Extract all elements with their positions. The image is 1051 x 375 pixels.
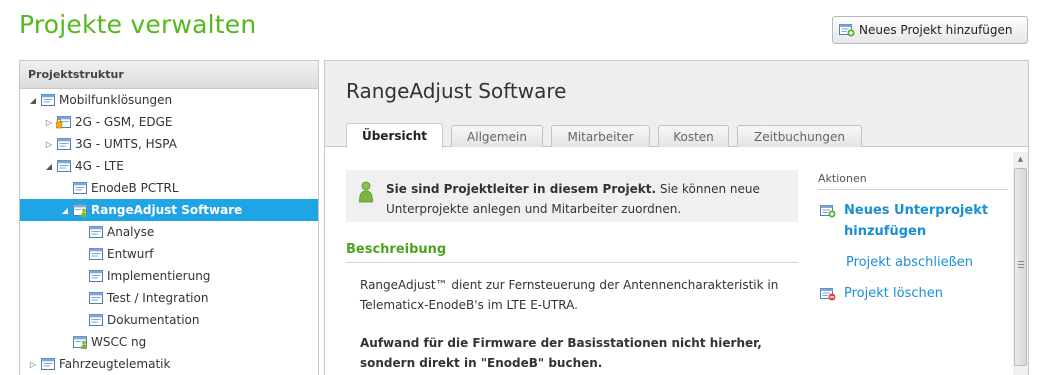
tree-item-label: 3G - UMTS, HSPA [75,137,177,151]
expand-arrow-icon[interactable]: ▷ [44,118,54,127]
tree-item[interactable]: Entwurf [20,243,318,265]
project-tree: ◢ Mobilfunklösungen ▷ 2G - GSM, EDGE ▷ 3G - U… [20,89,318,375]
overview-content: Sie sind Projektleiter in diesem Projekt… [325,148,1015,375]
tree-item-label: WSCC ng [91,335,147,349]
page-title: Projekte verwalten [19,10,257,39]
tree-item-label: 2G - GSM, EDGE [75,115,173,129]
actions-panel: Aktionen Neues Unterprojekt hinzufügen P… [818,172,1008,304]
tree-item[interactable]: Dokumentation [20,309,318,331]
tree-item[interactable]: Analyse [20,221,318,243]
notice-bold: Sie sind Projektleiter in diesem Projekt… [386,182,657,196]
tree-item[interactable]: ◢ Mobilfunklösungen [20,89,318,111]
person-icon [358,181,374,206]
description-note: Aufwand für die Firmware der Basisstatio… [360,336,762,370]
delete-project-link[interactable]: Projekt löschen [818,283,1008,304]
project-icon [88,247,104,261]
project-icon [88,269,104,283]
collapse-arrow-icon[interactable]: ◢ [60,206,70,215]
expand-arrow-icon[interactable]: ▷ [44,140,54,149]
project-structure-header: Projektstruktur [20,61,318,89]
scroll-grip-line [1018,267,1024,268]
tree-item-label: Analyse [107,225,155,239]
project-icon [40,357,56,371]
project-icon [56,137,72,151]
content-scrollbar[interactable]: ▲ [1013,152,1028,375]
tree-item[interactable]: Test / Integration [20,287,318,309]
project-icon [88,225,104,239]
tree-item[interactable]: ◢ 4G - LTE [20,155,318,177]
tree-item-label: Entwurf [107,247,154,261]
add-project-icon [839,23,855,37]
tree-item-label: Dokumentation [107,313,200,327]
tree-item[interactable]: ◢ RangeAdjust Software [20,199,318,221]
project-icon [88,291,104,305]
project-icon [88,313,104,327]
leader-project-icon [72,335,88,349]
tree-item-label: EnodeB PCTRL [91,181,179,195]
tree-item-label: Fahrzeugtelematik [59,357,171,371]
project-tabs: Übersicht Allgemein Mitarbeiter Kosten Z… [346,123,870,148]
project-icon [72,181,88,195]
tree-item-label: RangeAdjust Software [91,203,243,217]
add-subproject-label: Neues Unterprojekt hinzufügen [844,203,989,239]
add-subproject-icon [820,204,836,218]
scroll-up-arrow-icon[interactable]: ▲ [1013,152,1028,166]
tree-item-label: Implementierung [107,269,211,283]
project-detail-panel: RangeAdjust Software Übersicht Allgemein… [324,60,1029,375]
scroll-grip-line [1018,264,1024,265]
add-subproject-link[interactable]: Neues Unterprojekt hinzufügen [818,200,1008,242]
close-project-label: Projekt abschließen [846,255,974,270]
collapse-arrow-icon[interactable]: ◢ [28,96,38,105]
tree-item-label: 4G - LTE [75,159,124,173]
add-project-label: Neues Projekt hinzufügen [859,23,1013,37]
close-project-link[interactable]: Projekt abschließen [818,252,1008,273]
tab-mitarbeiter[interactable]: Mitarbeiter [551,125,650,147]
scroll-thumb[interactable] [1014,168,1027,366]
tree-item[interactable]: Implementierung [20,265,318,287]
project-header: RangeAdjust Software Übersicht Allgemein… [325,61,1028,148]
expand-arrow-icon[interactable]: ▷ [28,360,38,369]
tree-item[interactable]: ▷ Fahrzeugtelematik [20,353,318,375]
delete-project-label: Projekt löschen [844,286,943,301]
project-structure-panel: Projektstruktur ◢ Mobilfunklösungen ▷ 2G - … [19,60,319,375]
tree-item-label: Mobilfunklösungen [59,93,173,107]
tree-item[interactable]: ▷ 2G - GSM, EDGE [20,111,318,133]
scroll-grip-line [1018,261,1024,262]
tree-item-label: Test / Integration [107,291,209,305]
project-title: RangeAdjust Software [346,79,567,103]
tab-kosten[interactable]: Kosten [658,125,729,147]
collapse-arrow-icon[interactable]: ◢ [44,162,54,171]
project-icon [40,93,56,107]
tab-uebersicht[interactable]: Übersicht [346,123,443,148]
delete-project-icon [820,287,836,301]
tree-item[interactable]: ▷ 3G - UMTS, HSPA [20,133,318,155]
project-leader-notice: Sie sind Projektleiter in diesem Projekt… [346,170,798,222]
add-project-button[interactable]: Neues Projekt hinzufügen [832,16,1028,44]
description-text: RangeAdjust™ dient zur Fernsteuerung der… [360,278,779,312]
tab-allgemein[interactable]: Allgemein [451,125,543,147]
tab-zeitbuchungen[interactable]: Zeitbuchungen [737,125,862,147]
notice-text: Sie sind Projektleiter in diesem Projekt… [386,179,798,219]
tree-item[interactable]: EnodeB PCTRL [20,177,318,199]
locked-project-icon [56,115,72,129]
project-icon [56,159,72,173]
description-heading: Beschreibung [346,242,798,263]
actions-title: Aktionen [818,172,1008,190]
tree-item[interactable]: WSCC ng [20,331,318,353]
leader-project-icon [72,203,88,217]
